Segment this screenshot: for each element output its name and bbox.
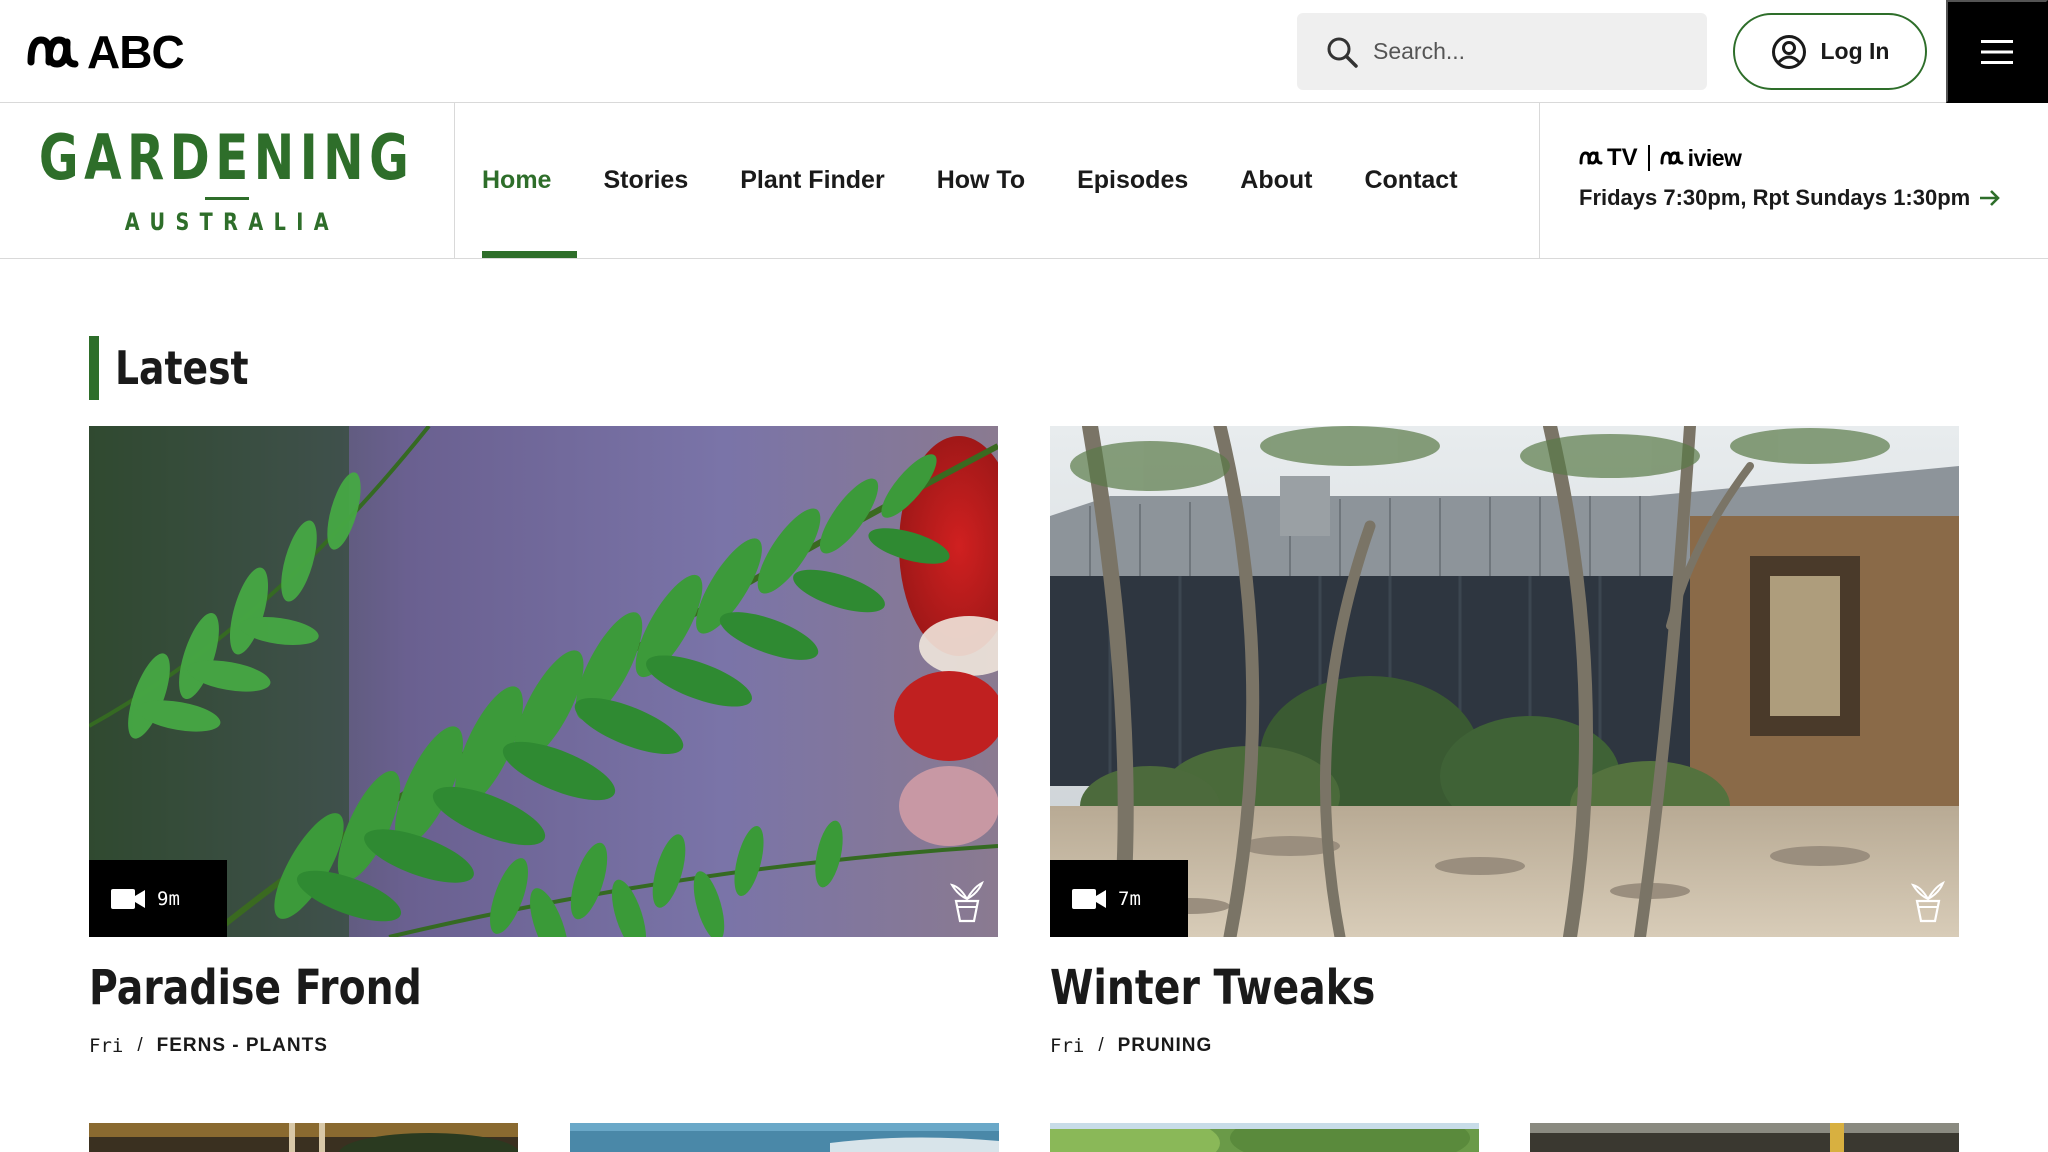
login-label: Log In [1820,38,1890,64]
abc-tv-mark-icon [1579,151,1603,165]
abc-tv-logo: TV [1579,144,1638,172]
card-meta: Fri / PRUNING [1050,1035,1959,1057]
menu-button[interactable] [1946,0,2048,103]
video-camera-icon [111,888,145,909]
plant-pot-icon [1911,880,1945,923]
nav-stories[interactable]: Stories [577,103,714,258]
main-nav: Home Stories Plant Finder How To Episode… [456,103,1484,258]
search-icon [1327,37,1358,68]
broadcast-schedule: Fridays 7:30pm, Rpt Sundays 1:30pm [1579,185,2048,211]
brand-line-2: AUSTRALIA [124,208,340,236]
abc-iview-logo: iview [1660,145,1742,172]
nav-episodes[interactable]: Episodes [1051,103,1214,258]
video-duration-badge: 7m [1050,860,1188,937]
card-title[interactable]: Winter Tweaks [1050,962,1795,1015]
brand-line-1: GARDENING [39,121,415,194]
card-day: Fri [89,1034,124,1057]
story-card[interactable]: 7m Winter Tweaks Fri / PRUNING [1050,426,1959,1057]
plant-pot-icon [950,880,984,923]
abc-logo-icon [27,36,79,68]
duration-text: 9m [157,887,180,910]
latest-section-heading: Latest [89,336,278,400]
abc-home-link[interactable]: ABC [27,26,185,78]
soil-bed-photo [1530,1123,1959,1152]
abc-logo-text: ABC [87,26,185,78]
story-card-thumbnail[interactable] [89,1123,518,1152]
coast-photo [570,1123,999,1152]
program-header: GARDENING AUSTRALIA Home Stories Plant F… [0,103,2048,259]
top-bar: ABC Log In [0,0,2048,103]
meta-separator: / [1098,1034,1104,1056]
nav-contact[interactable]: Contact [1338,103,1483,258]
nav-how-to[interactable]: How To [911,103,1051,258]
video-duration-badge: 9m [89,860,227,937]
story-card[interactable]: 9m Paradise Frond Fri / FERNS - PLANTS [89,426,998,1057]
user-circle-icon [1771,34,1806,69]
card-tag-link[interactable]: PRUNING [1118,1035,1213,1057]
video-camera-icon [1072,888,1106,909]
schedule-text: Fridays 7:30pm, Rpt Sundays 1:30pm [1579,185,1971,210]
gardening-australia-logo[interactable]: GARDENING AUSTRALIA [0,103,455,258]
arrow-right-icon [1980,190,2001,206]
broadcast-logos: TV iview [1579,143,2048,173]
search-input[interactable] [1373,38,1673,65]
card-thumbnail[interactable]: 9m [89,426,998,937]
nav-home[interactable]: Home [456,103,578,258]
section-title: Latest [115,341,249,395]
nav-plant-finder[interactable]: Plant Finder [714,103,910,258]
abc-iview-mark-icon [1660,151,1684,165]
broadcast-info-link[interactable]: TV iview Fridays 7:30pm, Rpt Sundays 1:3… [1539,103,2048,258]
tree-foliage-photo [1050,1123,1479,1152]
login-button[interactable]: Log In [1733,13,1927,90]
tv-label: TV [1607,144,1638,171]
meta-separator: / [137,1034,143,1056]
card-meta: Fri / FERNS - PLANTS [89,1035,998,1057]
iview-label: iview [1687,144,1742,171]
hamburger-icon [1981,39,2013,64]
story-card-thumbnail[interactable] [1050,1123,1479,1152]
duration-text: 7m [1118,887,1141,910]
card-day: Fri [1050,1034,1085,1057]
card-title[interactable]: Paradise Frond [89,962,834,1015]
card-tag-link[interactable]: FERNS - PLANTS [157,1035,328,1057]
dusk-garden-photo [89,1123,518,1152]
logo-separator [1647,145,1650,171]
heading-accent-bar [89,336,99,400]
story-card-thumbnail[interactable] [570,1123,999,1152]
nav-about[interactable]: About [1214,103,1338,258]
search-box[interactable] [1297,13,1707,90]
story-card-thumbnail[interactable] [1530,1123,1959,1152]
brand-divider [205,197,249,200]
card-thumbnail[interactable]: 7m [1050,426,1959,937]
